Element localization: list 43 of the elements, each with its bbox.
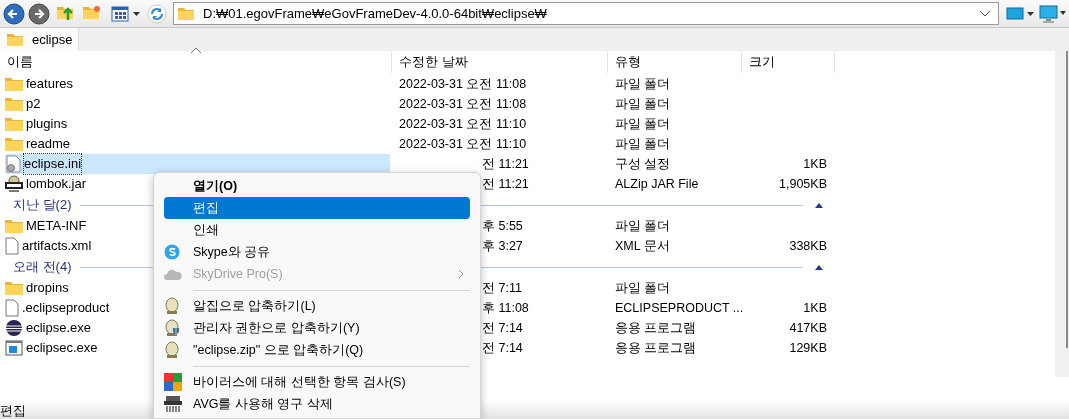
file-size: 1,905KB <box>779 177 827 191</box>
file-size: 1KB <box>803 301 827 315</box>
modified-date: 전 7:14 <box>482 341 523 355</box>
file-type: 구성 설정 <box>615 157 671 171</box>
file-type: 파일 폴더 <box>615 137 671 151</box>
modified-date: 2022-03-31 오전 11:08 <box>399 77 527 91</box>
file-name: features <box>26 75 73 94</box>
file-name: eclipse.exe <box>26 319 92 338</box>
file-name: .eclipseproduct <box>22 299 110 318</box>
modified-date: 후 3:27 <box>482 239 523 253</box>
modified-date: 후 5:55 <box>482 219 523 233</box>
file-type: 파일 폴더 <box>615 77 671 91</box>
modified-date: 전 11:21 <box>482 177 529 191</box>
file-size: 1KB <box>803 157 827 171</box>
file-name: plugins <box>26 115 68 134</box>
file-name: META-INF <box>26 217 87 236</box>
file-name: p2 <box>26 95 41 114</box>
file-size: 338KB <box>789 239 827 253</box>
modified-date: 전 7:14 <box>482 321 523 335</box>
modified-date: 후 11:08 <box>482 301 529 315</box>
file-type: ALZip JAR File <box>615 177 699 191</box>
file-name: readme <box>26 135 71 154</box>
file-type: 응용 프로그램 <box>615 341 697 355</box>
modified-date: 2022-03-31 오전 11:08 <box>399 97 527 111</box>
file-type: 파일 폴더 <box>615 117 671 131</box>
file-name: dropins <box>26 279 69 298</box>
file-type: XML 문서 <box>615 239 670 253</box>
file-size: 417KB <box>789 321 827 335</box>
modified-date: 2022-03-31 오전 11:10 <box>399 137 527 151</box>
file-type: 파일 폴더 <box>615 281 671 295</box>
file-type: ECLIPSEPRODUCT ... <box>615 301 744 315</box>
file-name: eclipsec.exe <box>26 339 98 358</box>
file-name: lombok.jar <box>26 175 86 194</box>
modified-date: 전 11:21 <box>482 157 529 171</box>
modified-date: 전 7:11 <box>482 281 522 295</box>
file-type: 파일 폴더 <box>615 219 671 233</box>
file-type: 파일 폴더 <box>615 97 671 111</box>
file-name: eclipse.ini <box>24 154 82 174</box>
file-name: artifacts.xml <box>22 237 92 256</box>
file-size: 129KB <box>789 341 827 355</box>
address-path: D:₩01.egovFrame₩eGovFrameDev-4.0.0-64bit₩eclipse₩ <box>203 4 548 23</box>
file-type: 응용 프로그램 <box>615 321 697 335</box>
modified-date: 2022-03-31 오전 11:10 <box>399 117 527 131</box>
